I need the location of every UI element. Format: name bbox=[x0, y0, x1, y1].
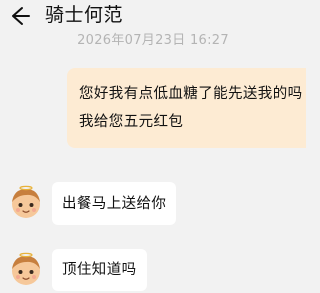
message-text-line: 您好我有点低血糖了能先送我的吗 bbox=[79, 86, 303, 102]
chat-header: 骑士何范 bbox=[0, 0, 306, 34]
chat-title: 骑士何范 bbox=[45, 4, 124, 26]
cartoon-avatar-icon[interactable] bbox=[8, 184, 44, 222]
incoming-message-bubble[interactable]: 出餐马上送给你 bbox=[52, 182, 177, 225]
message-timestamp: 2026年07月23日 16:27 bbox=[77, 33, 229, 48]
cartoon-avatar-icon[interactable] bbox=[8, 251, 44, 289]
outgoing-message-bubble[interactable]: 您好我有点低血糖了能先送我的吗 我给您五元红包 bbox=[67, 68, 306, 148]
arrow-left-icon[interactable] bbox=[9, 5, 31, 27]
message-text-line: 我给您五元红包 bbox=[79, 114, 184, 130]
